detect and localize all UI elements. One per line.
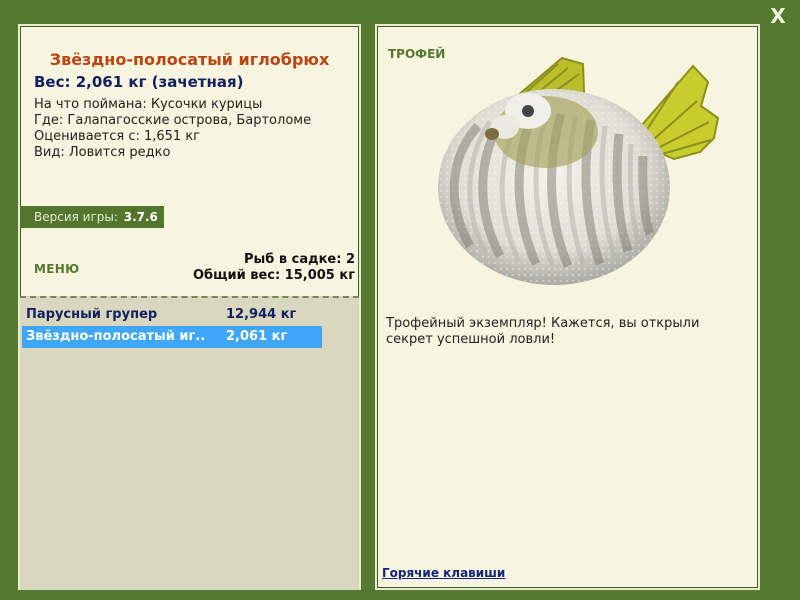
keepnet-total-weight: Общий вес: 15,005 кг [192,268,355,283]
close-button[interactable]: X [766,4,790,28]
keepnet-fish-count: Рыб в садке: 2 [243,252,355,267]
location-info: Где: Галапагосские острова, Бартоломе [34,113,312,128]
game-version-badge: Версия игры: 3.7.6 [20,206,164,228]
keepnet-row-name: Звёздно-полосатый иг... [26,329,206,344]
keepnet-row-weight: 2,061 кг [226,329,288,344]
game-version-label: Версия игры: [34,210,118,224]
fish-info-panel: Звёздно-полосатый иглобрюх Вес: 2,061 кг… [18,24,361,590]
bait-info: На что поймана: Кусочки курицы [34,97,263,112]
species-rarity-info: Вид: Ловится редко [34,145,171,160]
trophy-message: Трофейный экземпляр! Кажется, вы открыли… [386,316,700,347]
fish-weight: Вес: 2,061 кг (зачетная) [34,73,244,91]
valued-from-info: Оценивается с: 1,651 кг [34,129,201,144]
keepnet-row-name: Парусный групер [26,307,158,322]
keepnet-row[interactable]: Парусный групер 12,944 кг [22,304,322,326]
hotkeys-link[interactable]: Горячие клавиши [382,566,505,580]
keepnet-row-selected[interactable]: Звёздно-полосатый иг... 2,061 кг [22,326,322,348]
keepnet-summary: Рыб в садке: 2 Общий вес: 15,005 кг [193,252,355,284]
trophy-panel: ТРОФЕЙ Трофейный экземпляр! Кажется, вы … [375,24,760,590]
keepnet-row-weight: 12,944 кг [226,307,297,322]
pufferfish-image [438,56,720,285]
menu-button[interactable]: МЕНЮ [34,262,79,276]
keepnet-list: Парусный групер 12,944 кг Звёздно-полоса… [20,296,359,590]
fish-title: Звёздно-полосатый иглобрюх [49,50,330,69]
game-version-value: 3.7.6 [123,210,158,224]
